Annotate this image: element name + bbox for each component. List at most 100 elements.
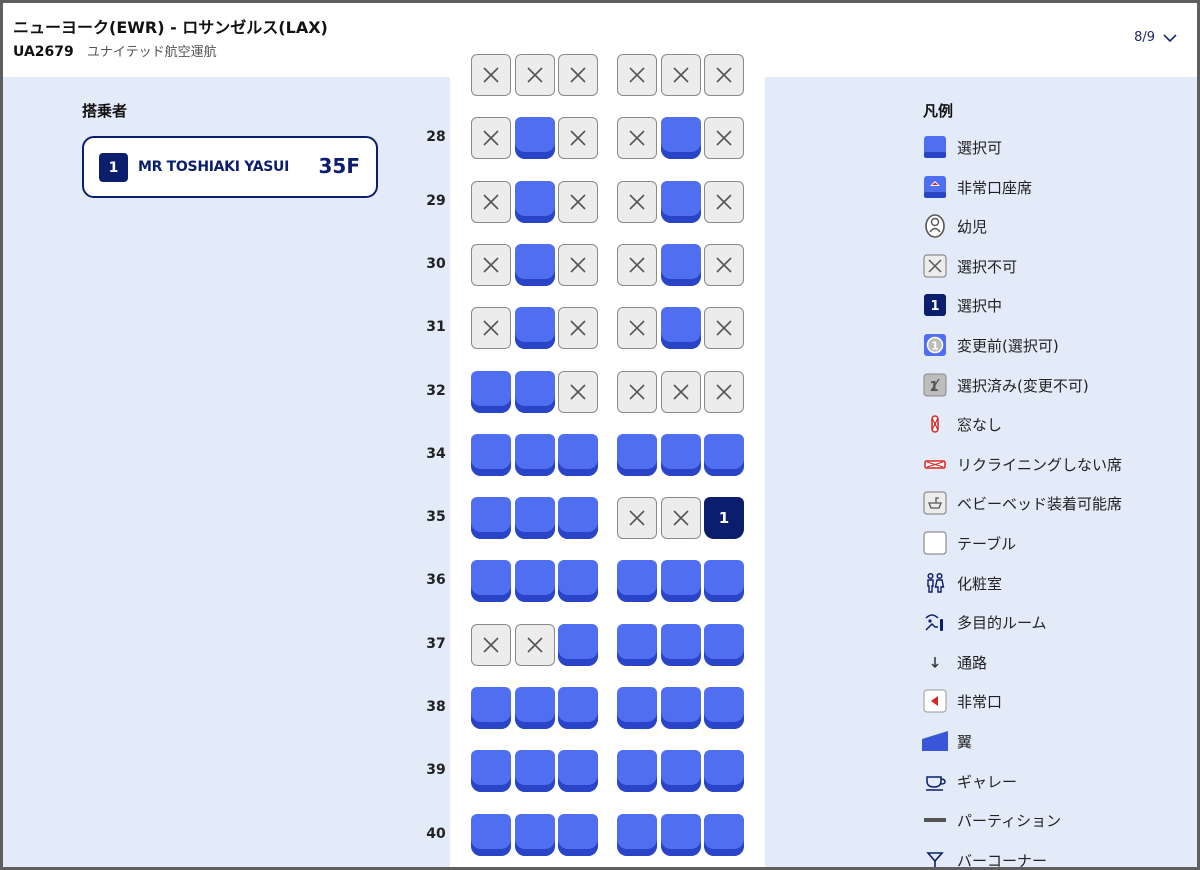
seat-40A-available[interactable] [471, 814, 511, 856]
seat-prevC-unavailable [558, 54, 598, 96]
seat-38E-available[interactable] [661, 687, 701, 729]
passenger-name: MR TOSHIAKI YASUI [138, 159, 290, 175]
legend-label: テーブル [957, 534, 1017, 553]
seat-38C-available[interactable] [558, 687, 598, 729]
seat-29B-available[interactable] [515, 181, 555, 223]
seat-39B-available[interactable] [515, 750, 555, 792]
seat-36D-available[interactable] [617, 560, 657, 602]
legend-item: 非常口 [921, 687, 1191, 715]
no-recline-icon [921, 450, 949, 478]
seat-35F-selected[interactable]: 1 [704, 497, 744, 539]
legend-item: ギャレー [921, 767, 1191, 795]
seat-36A-available[interactable] [471, 560, 511, 602]
legend-label: バーコーナー [957, 851, 1048, 870]
unavailable-x-icon [629, 510, 645, 526]
seat-37E-available[interactable] [661, 624, 701, 666]
legend-label: ギャレー [957, 772, 1018, 791]
seat-28D-unavailable [617, 117, 657, 159]
seat-30E-available[interactable] [661, 244, 701, 286]
seat-40F-available[interactable] [704, 814, 744, 856]
no-window-icon [921, 410, 949, 438]
seat-prevF-unavailable [704, 54, 744, 96]
seat-32D-unavailable [617, 371, 657, 413]
unavailable-x-icon [483, 257, 499, 273]
seat-34C-available[interactable] [558, 434, 598, 476]
seat-34E-available[interactable] [661, 434, 701, 476]
seat-36F-available[interactable] [704, 560, 744, 602]
seat-40E-available[interactable] [661, 814, 701, 856]
seat-28B-available[interactable] [515, 117, 555, 159]
seat-32C-unavailable [558, 371, 598, 413]
row-label-31: 31 [426, 319, 446, 335]
legend-item: パーティション [921, 806, 1191, 834]
seat-39A-available[interactable] [471, 750, 511, 792]
segment-counter: 8/9 [1134, 30, 1155, 45]
unavailable-x-icon [527, 67, 543, 83]
unavailable-x-icon [629, 257, 645, 273]
seat-28E-available[interactable] [661, 117, 701, 159]
seat-31B-available[interactable] [515, 307, 555, 349]
legend-item: ベビーベッド装着可能席 [921, 489, 1191, 517]
aisle-icon [921, 648, 949, 676]
row-label-28: 28 [426, 129, 446, 145]
seat-34D-available[interactable] [617, 434, 657, 476]
seat-40B-available[interactable] [515, 814, 555, 856]
passenger-index-badge: 1 [99, 153, 128, 182]
seat-36B-available[interactable] [515, 560, 555, 602]
seat-39C-available[interactable] [558, 750, 598, 792]
row-label-39: 39 [426, 762, 446, 778]
seat-39F-available[interactable] [704, 750, 744, 792]
seat-31C-unavailable [558, 307, 598, 349]
seat-39E-available[interactable] [661, 750, 701, 792]
seat-37F-available[interactable] [704, 624, 744, 666]
seat-29E-available[interactable] [661, 181, 701, 223]
legend-label: 選択不可 [957, 257, 1018, 276]
seat-38A-available[interactable] [471, 687, 511, 729]
unavailable-x-icon [570, 130, 586, 146]
legend-item: 窓なし [921, 410, 1191, 438]
seat-38F-available[interactable] [704, 687, 744, 729]
seat-30C-unavailable [558, 244, 598, 286]
unavailable-x-icon [570, 257, 586, 273]
chevron-down-icon [1163, 33, 1177, 42]
seat-31E-available[interactable] [661, 307, 701, 349]
seat-30B-available[interactable] [515, 244, 555, 286]
lavatory-icon [921, 569, 949, 597]
seat-35D-unavailable [617, 497, 657, 539]
seat-selection-window: ニューヨーク(EWR) - ロサンゼルス(LAX) UA2679 ユナイテッド航… [0, 0, 1200, 870]
seat-prevB-unavailable [515, 54, 555, 96]
seat-32A-available[interactable] [471, 371, 511, 413]
unavailable-x-icon [483, 320, 499, 336]
seat-31F-unavailable [704, 307, 744, 349]
passenger-card[interactable]: 1 MR TOSHIAKI YASUI 35F [82, 136, 378, 198]
seat-34A-available[interactable] [471, 434, 511, 476]
seat-40C-available[interactable] [558, 814, 598, 856]
unavailable-x-icon [570, 67, 586, 83]
seat-37D-available[interactable] [617, 624, 657, 666]
seat-36E-available[interactable] [661, 560, 701, 602]
seat-prevD-unavailable [617, 54, 657, 96]
seat-34F-available[interactable] [704, 434, 744, 476]
seat-38B-available[interactable] [515, 687, 555, 729]
segment-selector[interactable]: 8/9 [1134, 30, 1177, 45]
seat-39D-available[interactable] [617, 750, 657, 792]
unavailable-x-icon [716, 194, 732, 210]
seat-35B-available[interactable] [515, 497, 555, 539]
exit-icon [921, 687, 949, 715]
seat-32B-available[interactable] [515, 371, 555, 413]
seat-36C-available[interactable] [558, 560, 598, 602]
table-icon [921, 529, 949, 557]
seat-30D-unavailable [617, 244, 657, 286]
unavailable-x-icon [483, 194, 499, 210]
legend-item: 幼児 [921, 212, 1191, 240]
seat-40D-available[interactable] [617, 814, 657, 856]
seat-35A-available[interactable] [471, 497, 511, 539]
seat-34B-available[interactable] [515, 434, 555, 476]
seat-37C-available[interactable] [558, 624, 598, 666]
seat-35C-available[interactable] [558, 497, 598, 539]
seat-29D-unavailable [617, 181, 657, 223]
unavailable-x-icon [527, 637, 543, 653]
seat-28C-unavailable [558, 117, 598, 159]
unavailable-x-icon [673, 67, 689, 83]
seat-38D-available[interactable] [617, 687, 657, 729]
